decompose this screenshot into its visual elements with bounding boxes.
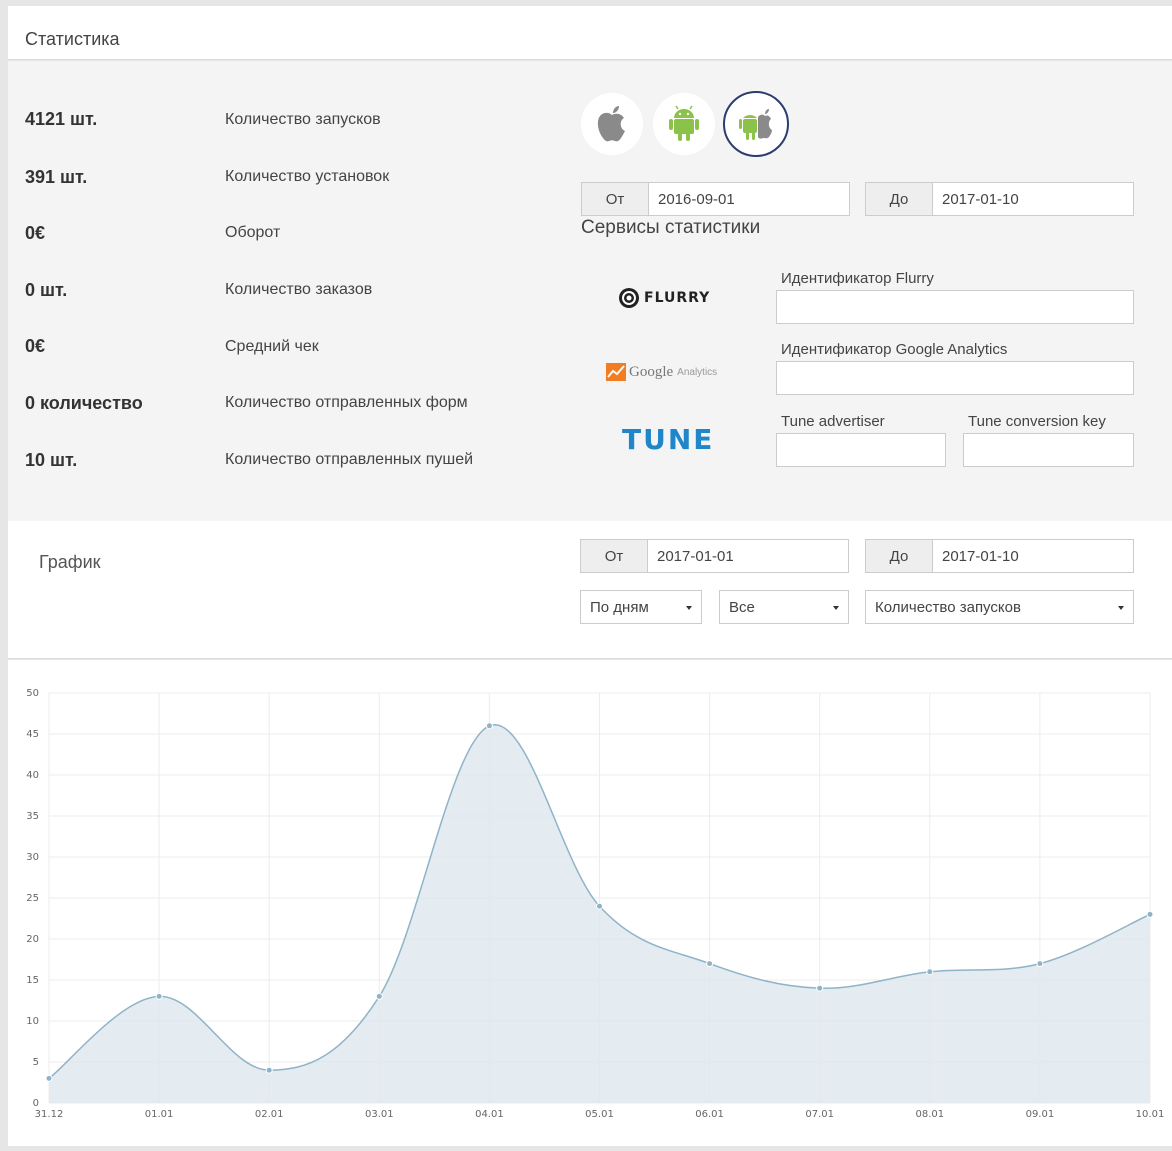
stats-date-from-label: От (581, 182, 649, 216)
y-tick-label: 5 (33, 1057, 39, 1068)
flurry-logo-text: FLURRY (644, 290, 711, 306)
metric-label-avg-check: Средний чек (225, 338, 319, 355)
apple-icon (597, 106, 625, 142)
platform-select-value: Все (729, 598, 755, 616)
graph-date-from-input[interactable]: 2017-01-01 (648, 539, 849, 573)
android-apple-icon (739, 109, 772, 140)
metric-select[interactable]: Количество запусков (865, 590, 1134, 624)
metric-label-pushes: Количество отправленных пушей (225, 451, 474, 468)
stats-header: Статистика (8, 6, 1172, 60)
stats-date-to-input[interactable]: 2017-01-10 (933, 182, 1134, 216)
x-tick-label: 01.01 (145, 1109, 174, 1120)
flurry-label: Идентификатор Flurry (781, 270, 934, 287)
data-point (485, 722, 493, 730)
flurry-id-input[interactable] (776, 290, 1134, 324)
ga-label: Идентификатор Google Analytics (781, 341, 1008, 358)
data-point (375, 992, 383, 1000)
y-tick-label: 20 (26, 934, 39, 945)
x-tick-label: 05.01 (585, 1109, 614, 1120)
metric-label-forms: Количество отправленных форм (225, 394, 468, 411)
google-analytics-icon (606, 363, 626, 381)
tune-logo: TUNE (622, 423, 715, 456)
graph-title: График (39, 552, 101, 572)
graph-date-from-label: От (580, 539, 648, 573)
metric-value-avg-check: 0€ (25, 336, 46, 356)
metric-value-orders: 0 шт. (25, 280, 68, 300)
platform-all-button[interactable] (723, 91, 789, 157)
metric-value-installs: 391 шт. (25, 167, 88, 187)
stats-date-from-input[interactable]: 2016-09-01 (649, 182, 850, 216)
y-tick-label: 0 (33, 1098, 39, 1109)
graph-date-to-group: До 2017-01-10 (865, 539, 1134, 573)
period-select[interactable]: По дням (580, 590, 702, 624)
metric-label-launches: Количество запусков (225, 111, 381, 128)
chevron-down-icon (686, 606, 692, 610)
graph-date-to-input[interactable]: 2017-01-10 (933, 539, 1134, 573)
y-tick-label: 45 (26, 729, 39, 740)
data-point (926, 968, 934, 976)
graph-date-from-group: От 2017-01-01 (580, 539, 849, 573)
data-point (45, 1074, 53, 1082)
data-point (706, 960, 714, 968)
launches-chart: 0 5 10 15 20 25 30 35 40 45 50 31.12 01.01 02.01 03.01… (26, 688, 1165, 1120)
flurry-logo-icon (619, 288, 639, 308)
y-tick-label: 40 (26, 770, 39, 781)
x-tick-label: 03.01 (365, 1109, 394, 1120)
metric-value-pushes: 10 шт. (25, 450, 78, 470)
platform-ios-button[interactable] (581, 93, 643, 155)
data-point (155, 992, 163, 1000)
tune-advertiser-label: Tune advertiser (781, 413, 885, 430)
data-point (1036, 960, 1044, 968)
metric-value-turnover: 0€ (25, 223, 46, 243)
metric-label-installs: Количество установок (225, 168, 390, 185)
platform-android-button[interactable] (653, 93, 715, 155)
metric-value-launches: 4121 шт. (25, 109, 98, 129)
stats-panel: 4121 шт. Количество запусков 391 шт. Кол… (8, 61, 1172, 521)
data-point (816, 984, 824, 992)
chart-area: 0 5 10 15 20 25 30 35 40 45 50 31.12 01.01 02.01 03.01… (8, 660, 1172, 1146)
graph-date-to-label: До (865, 539, 933, 573)
platform-select[interactable]: Все (719, 590, 849, 624)
ga-id-input[interactable] (776, 361, 1134, 395)
graph-header: График От 2017-01-01 До 2017-01-10 По дн… (8, 521, 1172, 659)
y-tick-label: 10 (26, 1016, 39, 1027)
data-point (265, 1066, 273, 1074)
metric-label-turnover: Оборот (225, 224, 281, 241)
period-select-value: По дням (590, 598, 649, 616)
x-tick-label: 10.01 (1136, 1109, 1165, 1120)
metric-label-orders: Количество заказов (225, 281, 373, 298)
x-tick-label: 02.01 (255, 1109, 284, 1120)
stats-date-to-label: До (865, 182, 933, 216)
ga-logo-text: Google (629, 363, 674, 380)
metric-value-forms: 0 количество (25, 393, 143, 413)
stats-date-to-group: До 2017-01-10 (865, 182, 1134, 216)
page: Статистика 4121 шт. Количество запусков … (8, 6, 1172, 1146)
android-icon (669, 105, 699, 141)
stats-date-from-group: От 2016-09-01 (581, 182, 850, 216)
services-title: Сервисы статистики (581, 217, 761, 238)
y-tick-label: 25 (26, 893, 39, 904)
data-point (1146, 910, 1154, 918)
data-point (596, 902, 603, 910)
x-tick-label: 08.01 (915, 1109, 944, 1120)
tune-key-input[interactable] (963, 433, 1134, 467)
metric-select-value: Количество запусков (875, 598, 1021, 616)
y-tick-label: 50 (26, 688, 39, 699)
ga-logo-subtext: Analytics (677, 366, 718, 378)
tune-key-label: Tune conversion key (968, 413, 1106, 430)
x-tick-label: 04.01 (475, 1109, 504, 1120)
x-tick-label: 07.01 (805, 1109, 834, 1120)
y-tick-label: 35 (26, 811, 39, 822)
google-analytics-logo: Google Analytics (606, 363, 717, 381)
chevron-down-icon (833, 606, 839, 610)
flurry-logo: FLURRY (618, 287, 710, 309)
x-tick-label: 06.01 (695, 1109, 724, 1120)
chevron-down-icon (1118, 606, 1124, 610)
x-tick-label: 31.12 (35, 1109, 64, 1120)
y-tick-label: 15 (26, 975, 39, 986)
x-tick-label: 09.01 (1026, 1109, 1055, 1120)
stats-title: Статистика (25, 29, 120, 49)
y-tick-label: 30 (26, 852, 39, 863)
tune-advertiser-input[interactable] (776, 433, 946, 467)
